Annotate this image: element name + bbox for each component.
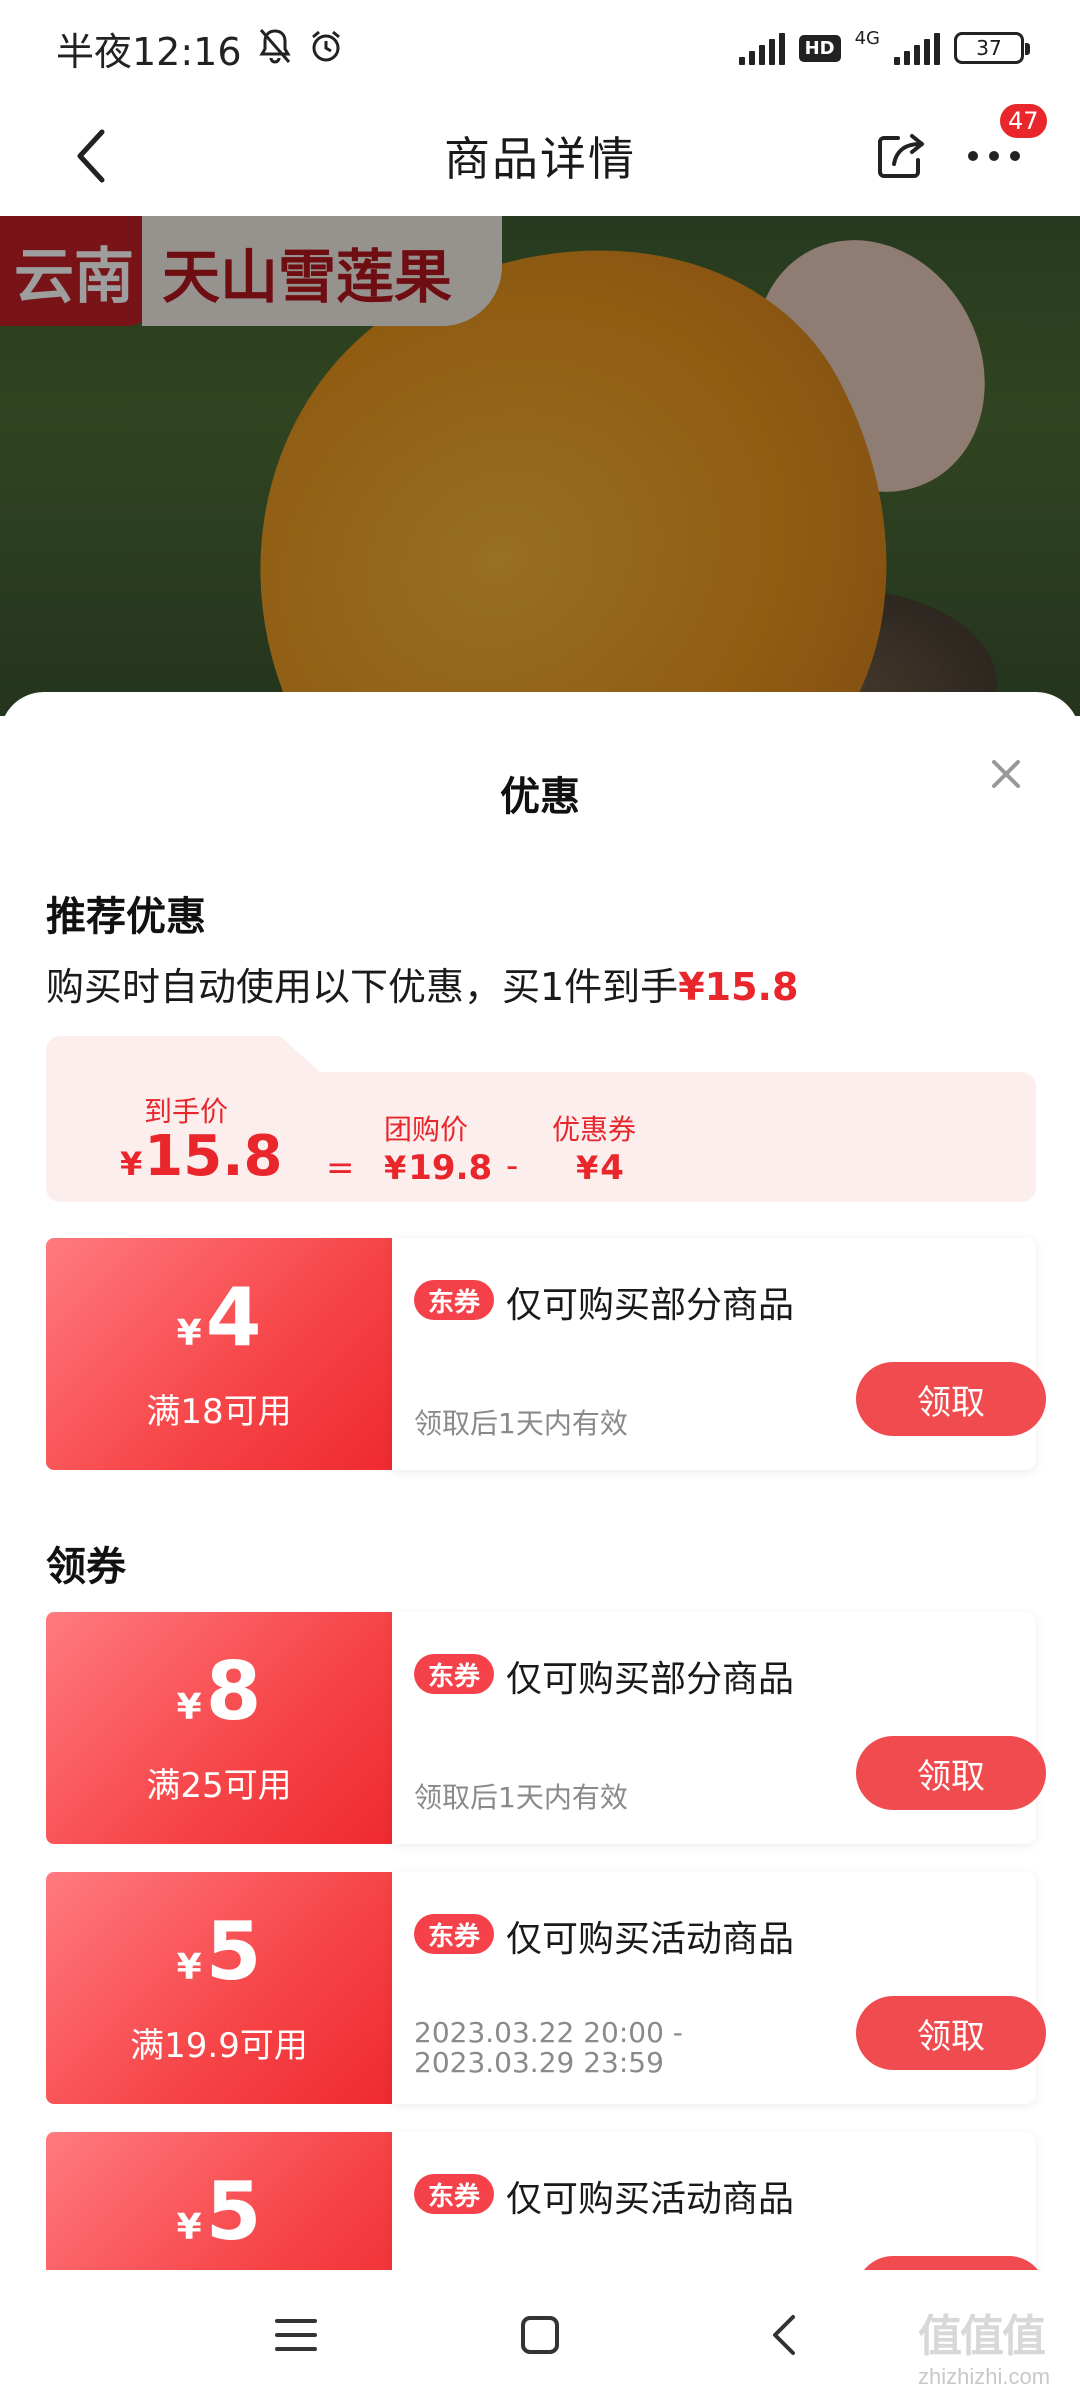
claim-button[interactable]: 领取: [856, 1996, 1046, 2070]
coupon-stub: ¥5 满19.9可用: [46, 1872, 392, 2104]
summary-price: ¥15.8: [678, 965, 799, 1009]
equals-sign: =: [326, 1148, 355, 1188]
sheet-title: 优惠: [500, 774, 580, 820]
battery-level: 37: [976, 36, 1002, 60]
price-breakdown: 到手价 ¥15.8 = 团购价 ¥19.8 - 优惠券 ¥4: [46, 1036, 1036, 1202]
coupon-body: 东券 仅可购买部分商品 领取后1天内有效 领取: [392, 1238, 1046, 1470]
currency-symbol: ¥: [176, 1313, 202, 1354]
close-button[interactable]: [976, 744, 1036, 804]
summary-text: 购买时自动使用以下优惠，买1件到手: [46, 965, 679, 1009]
coupon-amount-number: 4: [205, 1271, 262, 1364]
coupon-amount-number: 5: [205, 1905, 262, 1998]
coupon-label: 优惠券: [552, 1113, 637, 1146]
status-time: 半夜12:16: [56, 29, 242, 74]
coupon-amount: ¥4: [46, 1278, 392, 1358]
discount-sheet: 优惠 推荐优惠 购买时自动使用以下优惠，买1件到手¥15.8 到手价 ¥15.8…: [0, 692, 1080, 2270]
coupon-condition: 满25可用: [146, 1766, 292, 1806]
claim-button[interactable]: 领取: [856, 1362, 1046, 1436]
final-price-number: 15.8: [144, 1124, 283, 1189]
currency-symbol: ¥: [176, 1947, 202, 1988]
status-bar: 半夜12:16 HD 4G 37: [0, 0, 1080, 96]
currency-symbol: ¥: [176, 1687, 202, 1728]
coupon-amount: ¥8: [46, 1652, 392, 1732]
hd-badge: HD: [798, 34, 841, 62]
alarm-icon: [308, 28, 344, 68]
notification-badge: 47: [998, 102, 1049, 140]
menu-button[interactable]: [256, 2300, 336, 2370]
signal-icon: [738, 31, 785, 65]
back-triangle-icon: [773, 2315, 795, 2355]
coupon-desc: 仅可购买活动商品: [506, 1919, 795, 1960]
share-button[interactable]: [862, 116, 942, 196]
currency-symbol: ¥: [576, 1149, 599, 1187]
group-price-number: 19.8: [408, 1148, 493, 1188]
coupon-value-number: 4: [600, 1148, 624, 1188]
coupon-validity: 2023.03.22 20:00 - 2023.03.29 23:59: [414, 2016, 683, 2079]
currency-symbol: ¥: [120, 1145, 143, 1183]
bell-off-icon: [258, 28, 292, 68]
coupon-body: 东券 仅可购买活动商品 领取: [392, 2132, 1046, 2270]
network-type: 4G: [854, 27, 880, 49]
coupon-tag: 东券: [414, 1280, 495, 1320]
more-dots-icon: [968, 151, 1020, 161]
chevron-left-icon: [77, 129, 105, 183]
coupon-desc: 仅可购买活动商品: [506, 2179, 795, 2220]
coupon-stub: ¥5: [46, 2132, 392, 2270]
nav-bar: 商品详情: [0, 96, 1080, 216]
share-icon: [878, 134, 924, 178]
page-title: 商品详情: [444, 132, 636, 186]
home-button[interactable]: [500, 2300, 580, 2370]
menu-icon: [275, 2319, 317, 2351]
group-price-value: ¥19.8: [384, 1148, 492, 1188]
coupon-card: ¥8 满25可用 东券 仅可购买部分商品 领取后1天内有效 领取: [46, 1612, 1046, 1844]
coupon-body: 东券 仅可购买活动商品 2023.03.22 20:00 - 2023.03.2…: [392, 1872, 1046, 2104]
recommended-title: 推荐优惠: [46, 894, 206, 940]
coupon-desc: 仅可购买部分商品: [506, 1285, 795, 1326]
minus-sign: -: [506, 1146, 519, 1186]
coupon-card: ¥5 满19.9可用 东券 仅可购买活动商品 2023.03.22 20:00 …: [46, 1872, 1046, 2104]
coupon-tag: 东券: [414, 1914, 495, 1954]
final-price-value: ¥15.8: [120, 1124, 282, 1189]
currency-symbol: ¥: [176, 2207, 202, 2248]
battery-icon: 37: [954, 32, 1030, 64]
dim-overlay[interactable]: [0, 216, 1080, 716]
coupon-stub: ¥8 满25可用: [46, 1612, 392, 1844]
system-back-button[interactable]: [744, 2300, 824, 2370]
coupon-tag: 东券: [414, 1654, 495, 1694]
coupon-condition: 满18可用: [146, 1392, 292, 1432]
coupon-amount-number: 5: [205, 2165, 262, 2258]
claim-button[interactable]: 领取: [856, 2256, 1046, 2270]
claim-button[interactable]: 领取: [856, 1736, 1046, 1810]
coupon-amount-number: 8: [205, 1645, 262, 1738]
coupon-card: ¥5 东券 仅可购买活动商品 领取: [46, 2132, 1046, 2270]
coupon-value: ¥4: [576, 1148, 624, 1188]
coupon-validity: 领取后1天内有效: [414, 1781, 628, 1814]
group-price-label: 团购价: [384, 1113, 469, 1146]
signal-icon-2: [894, 31, 940, 65]
coupon-amount: ¥5: [46, 1912, 392, 1992]
home-square-icon: [521, 2316, 559, 2354]
coupon-stub: ¥4 满18可用: [46, 1238, 392, 1470]
currency-symbol: ¥: [384, 1149, 407, 1187]
coupon-desc: 仅可购买部分商品: [506, 1659, 795, 1700]
coupon-validity: 领取后1天内有效: [414, 1407, 628, 1440]
coupon-body: 东券 仅可购买部分商品 领取后1天内有效 领取: [392, 1612, 1046, 1844]
product-image: 云南 天山雪莲果: [0, 216, 1080, 716]
back-button[interactable]: [52, 116, 132, 196]
summary-line: 购买时自动使用以下优惠，买1件到手¥15.8: [46, 956, 798, 1011]
watermark: 值值值 zhizhizhi.com: [918, 2300, 1050, 2390]
close-icon: [992, 760, 1020, 788]
watermark-logo: 值值值: [918, 2312, 1046, 2361]
watermark-url: zhizhizhi.com: [918, 2364, 1051, 2389]
coupon-card-recommended: ¥4 满18可用 东券 仅可购买部分商品 领取后1天内有效 领取: [46, 1238, 1046, 1470]
coupons-title: 领券: [46, 1544, 126, 1590]
coupon-amount: ¥5: [46, 2172, 392, 2252]
coupon-tag: 东券: [414, 2174, 495, 2214]
coupon-condition: 满19.9可用: [130, 2026, 308, 2066]
